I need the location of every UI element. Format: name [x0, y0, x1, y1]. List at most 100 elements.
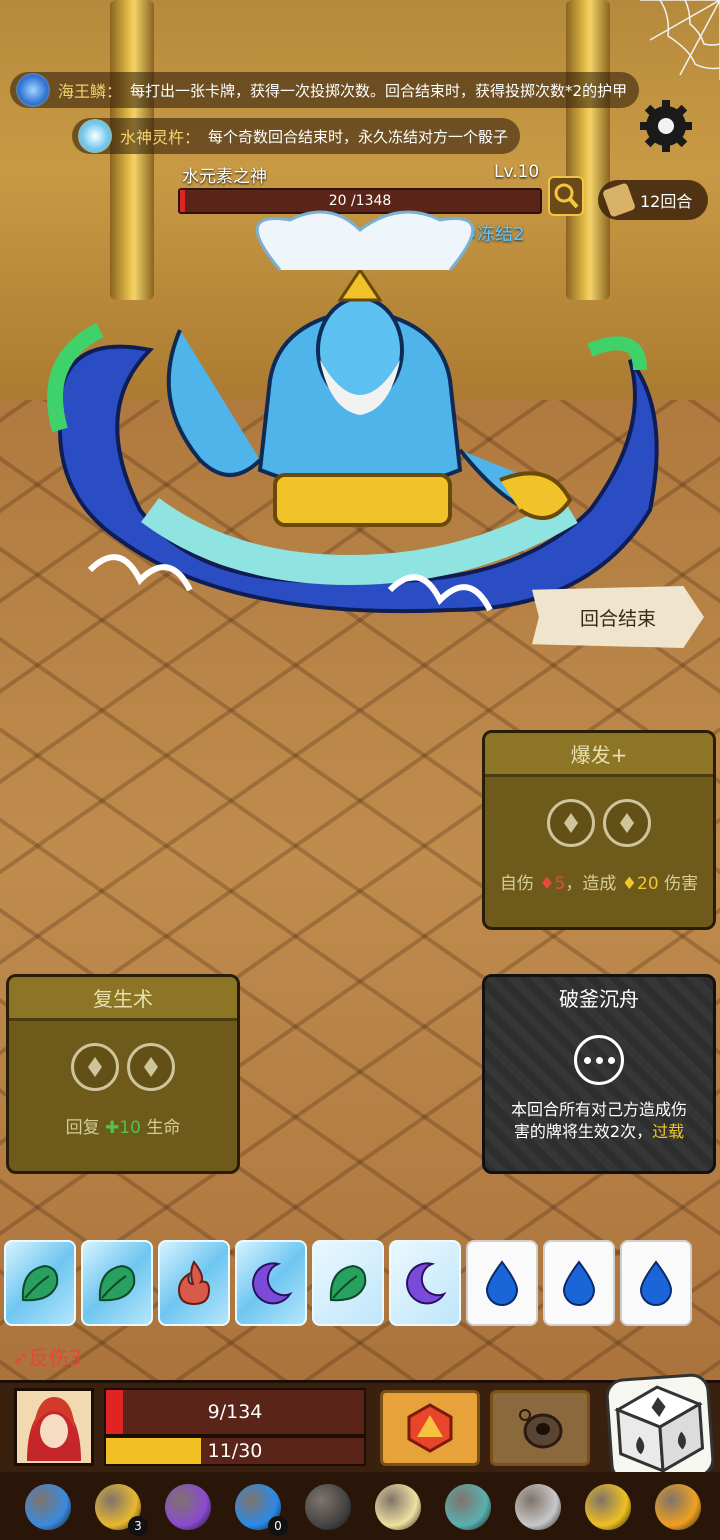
player-hp-text: 9/134 — [207, 1401, 263, 1423]
leaf-face-icon — [21, 1264, 59, 1302]
die-moon[interactable] — [389, 1240, 461, 1326]
card-desc-suffix: 伤害 — [658, 874, 699, 894]
relic-count-badge: 0 — [268, 1516, 288, 1536]
card-desc-line1: 本回合所有对己方造成伤 — [510, 1100, 687, 1119]
card-description: 自伤 ♦5，造成 ♦20 伤害 — [485, 869, 713, 894]
thorns-icon: ➶ — [12, 1346, 29, 1370]
thorns-status: ➶反伤3 — [12, 1342, 82, 1371]
enemy-name: 水元素之神 — [182, 167, 267, 187]
relic-emblem — [305, 1484, 351, 1530]
dice-slot[interactable] — [71, 1043, 119, 1091]
relic-info-line: 海王鳞： 每打出一张卡牌，获得一次投掷次数。回合结束时，获得投掷次数*2的护甲 — [10, 72, 640, 108]
card-desc-suffix: 生命 — [140, 1118, 181, 1138]
card-burst-plus[interactable]: 爆发+ 自伤 ♦5，造成 ♦20 伤害 — [482, 730, 716, 930]
die-water[interactable] — [620, 1240, 692, 1326]
more-dots-icon — [574, 1035, 624, 1085]
die-water[interactable] — [543, 1240, 615, 1326]
enemy-hp-text: 20 /1348 — [328, 193, 392, 209]
card-desc-mid: ，造成 — [565, 874, 622, 894]
relic-separator: ： — [106, 82, 123, 101]
dice-slot[interactable] — [603, 799, 651, 847]
pot-ability-button[interactable] — [490, 1390, 590, 1466]
relic-emblem — [655, 1484, 701, 1530]
relic-emblem — [445, 1484, 491, 1530]
fire-face-icon — [177, 1260, 211, 1306]
player-shield-text: 11/30 — [207, 1440, 263, 1462]
relic-count-badge: 3 — [128, 1516, 148, 1536]
relic-name: 水神灵杵 — [120, 128, 185, 147]
leaf-face-icon — [98, 1264, 136, 1302]
water-orb-icon[interactable]: 0 — [228, 1478, 288, 1536]
card-revive[interactable]: 复生术 回复 ✚10 生命 — [6, 974, 240, 1174]
water-face-icon — [485, 1260, 519, 1306]
diamond-icon — [144, 1057, 158, 1077]
clay-pot-icon — [519, 1409, 563, 1449]
relic-separator: ： — [184, 128, 201, 147]
card-description: 回复 ✚10 生命 — [9, 1113, 237, 1138]
roll-dice-button[interactable] — [604, 1372, 716, 1484]
settings-gear-button[interactable] — [636, 96, 696, 156]
card-title: 复生术 — [9, 977, 237, 1021]
player-shield-bar: 11/30 — [104, 1436, 366, 1466]
silver-flame-icon[interactable] — [508, 1478, 568, 1536]
dice-slots — [9, 1043, 237, 1091]
jade-vase-icon[interactable] — [438, 1478, 498, 1536]
player-hp-bar: 9/134 — [104, 1388, 366, 1436]
player-avatar[interactable] — [14, 1388, 94, 1466]
diamond-icon — [620, 813, 634, 833]
die-leaf[interactable] — [312, 1240, 384, 1326]
diamond-icon — [564, 813, 578, 833]
dice-slot[interactable] — [127, 1043, 175, 1091]
spiked-ball-icon[interactable] — [18, 1478, 78, 1536]
gold-drum-icon[interactable] — [578, 1478, 638, 1536]
black-pot-icon[interactable] — [298, 1478, 358, 1536]
water-face-icon — [639, 1260, 673, 1306]
moon-face-icon — [252, 1262, 293, 1305]
moon-face-icon — [406, 1262, 447, 1305]
thorns-text: 反伤3 — [28, 1346, 82, 1370]
leaf-face-icon — [329, 1264, 367, 1302]
card-title: 破釜沉舟 — [559, 987, 639, 1011]
heal-value: ✚10 — [105, 1118, 141, 1138]
die-moon[interactable] — [235, 1240, 307, 1326]
damage-value: ♦20 — [621, 874, 659, 894]
gold-bag-icon[interactable]: 3 — [88, 1478, 148, 1536]
hero-portrait-icon — [27, 1397, 81, 1461]
enemy-level: Lv.10 — [494, 162, 540, 182]
card-title: 爆发+ — [485, 733, 713, 777]
overload-keyword: 过载 — [652, 1122, 685, 1141]
relic-info-line: 水神灵杵： 每个奇数回合结束时，永久冻结对方一个骰子 — [72, 118, 521, 154]
fire-die-ability-button[interactable] — [380, 1390, 480, 1466]
self-damage-value: ♦5 — [539, 874, 566, 894]
water-god-boss[interactable] — [30, 210, 690, 650]
diamond-icon — [88, 1057, 102, 1077]
round-label: 12回合 — [640, 192, 693, 211]
purple-cloth-icon[interactable] — [158, 1478, 218, 1536]
water-face-icon — [562, 1260, 596, 1306]
relic-emblem — [585, 1484, 631, 1530]
d20-fire-icon — [407, 1403, 453, 1453]
dots-slot — [485, 1035, 713, 1085]
relic-description: 每打出一张卡牌，获得一次投掷次数。回合结束时，获得投掷次数*2的护甲 — [130, 81, 628, 100]
relic-description: 每个奇数回合结束时，永久冻结对方一个骰子 — [208, 127, 509, 146]
card-desc-line2: 害的牌将生效2次， — [513, 1122, 653, 1141]
die-fire[interactable] — [158, 1240, 230, 1326]
sun-disc-icon[interactable] — [368, 1478, 428, 1536]
crown-icon[interactable] — [648, 1478, 708, 1536]
die-leaf[interactable] — [81, 1240, 153, 1326]
die-leaf[interactable] — [4, 1240, 76, 1326]
water-pestle-icon — [78, 119, 112, 153]
card-description: 本回合所有对己方造成伤 害的牌将生效2次，过载 — [485, 1099, 713, 1143]
end-turn-button[interactable]: 回合结束 — [532, 586, 704, 648]
dice-slot[interactable] — [547, 799, 595, 847]
scale-icon — [16, 73, 50, 107]
die-water[interactable] — [466, 1240, 538, 1326]
relic-emblem — [25, 1484, 71, 1530]
card-desc-prefix: 自伤 — [499, 874, 540, 894]
relic-emblem — [165, 1484, 211, 1530]
relic-emblem — [375, 1484, 421, 1530]
relic-emblem — [515, 1484, 561, 1530]
card-break-boats[interactable]: 破釜沉舟 本回合所有对己方造成伤 害的牌将生效2次，过载 — [482, 974, 716, 1174]
magnifier-icon — [554, 183, 579, 209]
relic-name: 海王鳞 — [58, 82, 107, 101]
